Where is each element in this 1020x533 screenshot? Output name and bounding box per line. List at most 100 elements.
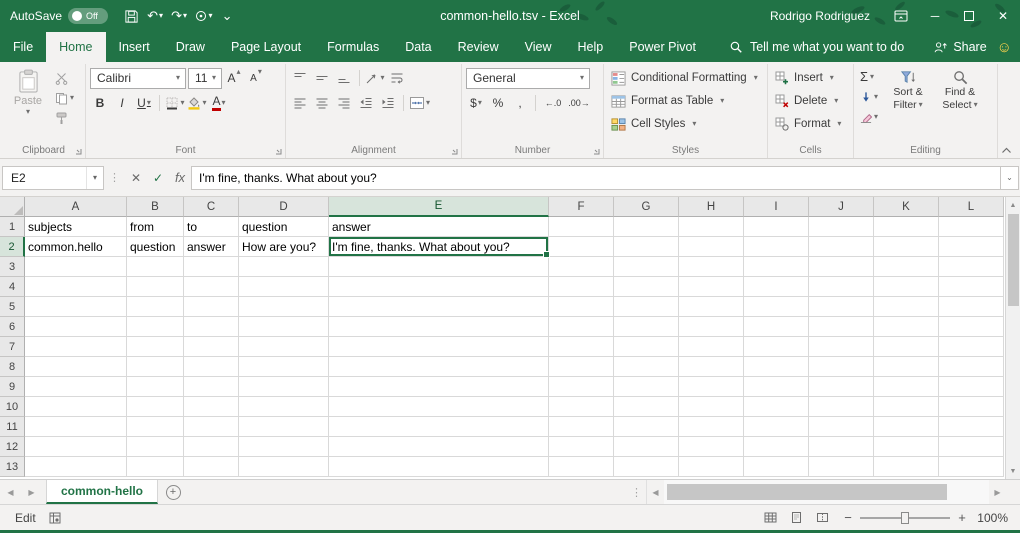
cell-G4[interactable] bbox=[614, 277, 679, 297]
scroll-left-icon[interactable]: ◀ bbox=[647, 480, 664, 504]
vertical-scrollbar[interactable]: ▲ ▼ bbox=[1005, 197, 1020, 479]
cell-L10[interactable] bbox=[939, 397, 1004, 417]
cell-B8[interactable] bbox=[127, 357, 184, 377]
cell-E1[interactable]: answer bbox=[329, 217, 549, 237]
cell-I5[interactable] bbox=[744, 297, 809, 317]
cell-A11[interactable] bbox=[25, 417, 127, 437]
cell-E12[interactable] bbox=[329, 437, 549, 457]
new-sheet-button[interactable]: + bbox=[158, 480, 188, 504]
maximize-button[interactable] bbox=[952, 0, 986, 32]
cell-H4[interactable] bbox=[679, 277, 744, 297]
cell-J6[interactable] bbox=[809, 317, 874, 337]
cell-J3[interactable] bbox=[809, 257, 874, 277]
cell-I7[interactable] bbox=[744, 337, 809, 357]
cancel-button[interactable]: ✕ bbox=[125, 166, 147, 190]
zoom-slider[interactable] bbox=[860, 517, 950, 519]
expand-formula-bar-button[interactable]: ⌄ bbox=[1001, 166, 1019, 190]
cell-A2[interactable]: common.hello bbox=[25, 237, 127, 257]
font-size-select[interactable]: 11▾ bbox=[188, 68, 222, 89]
cell-G8[interactable] bbox=[614, 357, 679, 377]
column-header-E[interactable]: E bbox=[329, 197, 549, 217]
cell-K4[interactable] bbox=[874, 277, 939, 297]
user-name[interactable]: Rodrigo Rodriguez bbox=[770, 9, 870, 23]
top-align-button[interactable] bbox=[290, 68, 310, 88]
cell-C7[interactable] bbox=[184, 337, 239, 357]
cell-B11[interactable] bbox=[127, 417, 184, 437]
cell-A12[interactable] bbox=[25, 437, 127, 457]
cell-K9[interactable] bbox=[874, 377, 939, 397]
delete-cells-button[interactable]: Delete ▾ bbox=[772, 90, 849, 112]
cell-A1[interactable]: subjects bbox=[25, 217, 127, 237]
cell-L12[interactable] bbox=[939, 437, 1004, 457]
cell-A7[interactable] bbox=[25, 337, 127, 357]
cell-D7[interactable] bbox=[239, 337, 329, 357]
normal-view-button[interactable] bbox=[759, 508, 781, 528]
tab-page-layout[interactable]: Page Layout bbox=[218, 32, 314, 62]
zoom-out-button[interactable]: − bbox=[843, 510, 853, 525]
cell-I1[interactable] bbox=[744, 217, 809, 237]
cell-J11[interactable] bbox=[809, 417, 874, 437]
cell-J9[interactable] bbox=[809, 377, 874, 397]
tab-view[interactable]: View bbox=[512, 32, 565, 62]
cell-F9[interactable] bbox=[549, 377, 614, 397]
cell-F7[interactable] bbox=[549, 337, 614, 357]
increase-decimal-button[interactable]: ←.0 bbox=[541, 93, 565, 113]
cell-G9[interactable] bbox=[614, 377, 679, 397]
cell-L4[interactable] bbox=[939, 277, 1004, 297]
cell-B13[interactable] bbox=[127, 457, 184, 477]
row-header-12[interactable]: 12 bbox=[0, 437, 25, 457]
row-header-8[interactable]: 8 bbox=[0, 357, 25, 377]
cell-D3[interactable] bbox=[239, 257, 329, 277]
copy-button[interactable]: ▾ bbox=[53, 90, 76, 106]
cell-I6[interactable] bbox=[744, 317, 809, 337]
zoom-level[interactable]: 100% bbox=[974, 511, 1008, 525]
horizontal-scrollbar-thumb[interactable] bbox=[667, 484, 947, 500]
minimize-button[interactable]: ─ bbox=[918, 0, 952, 32]
cell-C4[interactable] bbox=[184, 277, 239, 297]
cell-E4[interactable] bbox=[329, 277, 549, 297]
horizontal-scrollbar[interactable]: ◀ ▶ bbox=[646, 480, 1006, 504]
cell-K10[interactable] bbox=[874, 397, 939, 417]
column-header-A[interactable]: A bbox=[25, 197, 127, 217]
row-header-4[interactable]: 4 bbox=[0, 277, 25, 297]
cell-I12[interactable] bbox=[744, 437, 809, 457]
cell-B12[interactable] bbox=[127, 437, 184, 457]
ribbon-display-options-button[interactable] bbox=[884, 0, 918, 32]
cell-E8[interactable] bbox=[329, 357, 549, 377]
cell-D9[interactable] bbox=[239, 377, 329, 397]
underline-button[interactable]: U▾ bbox=[134, 93, 154, 113]
cell-A4[interactable] bbox=[25, 277, 127, 297]
cell-L2[interactable] bbox=[939, 237, 1004, 257]
cell-H9[interactable] bbox=[679, 377, 744, 397]
row-header-7[interactable]: 7 bbox=[0, 337, 25, 357]
cell-A6[interactable] bbox=[25, 317, 127, 337]
cell-D8[interactable] bbox=[239, 357, 329, 377]
cell-F5[interactable] bbox=[549, 297, 614, 317]
row-header-5[interactable]: 5 bbox=[0, 297, 25, 317]
row-header-13[interactable]: 13 bbox=[0, 457, 25, 477]
zoom-in-button[interactable]: + bbox=[957, 510, 967, 525]
name-box-dropdown-icon[interactable]: ▾ bbox=[86, 167, 103, 189]
cell-K8[interactable] bbox=[874, 357, 939, 377]
cell-L11[interactable] bbox=[939, 417, 1004, 437]
align-center-button[interactable] bbox=[312, 93, 332, 113]
column-header-H[interactable]: H bbox=[679, 197, 744, 217]
select-all-corner[interactable] bbox=[0, 197, 25, 217]
sheetbar-splitter[interactable]: ⋮ bbox=[627, 480, 646, 504]
cell-L8[interactable] bbox=[939, 357, 1004, 377]
page-break-view-button[interactable] bbox=[811, 508, 833, 528]
align-right-button[interactable] bbox=[334, 93, 354, 113]
cell-H10[interactable] bbox=[679, 397, 744, 417]
cell-I4[interactable] bbox=[744, 277, 809, 297]
previous-sheet-button[interactable]: ◀ bbox=[0, 480, 21, 504]
insert-function-button[interactable]: fx bbox=[169, 166, 191, 190]
cell-J5[interactable] bbox=[809, 297, 874, 317]
cell-B10[interactable] bbox=[127, 397, 184, 417]
cell-F1[interactable] bbox=[549, 217, 614, 237]
undo-button[interactable]: ↶▾ bbox=[144, 4, 166, 28]
decrease-decimal-button[interactable]: .00→ bbox=[567, 93, 591, 113]
cell-J1[interactable] bbox=[809, 217, 874, 237]
sort-filter-button[interactable]: Sort & Filter▾ bbox=[884, 67, 932, 126]
cell-K3[interactable] bbox=[874, 257, 939, 277]
cell-E6[interactable] bbox=[329, 317, 549, 337]
